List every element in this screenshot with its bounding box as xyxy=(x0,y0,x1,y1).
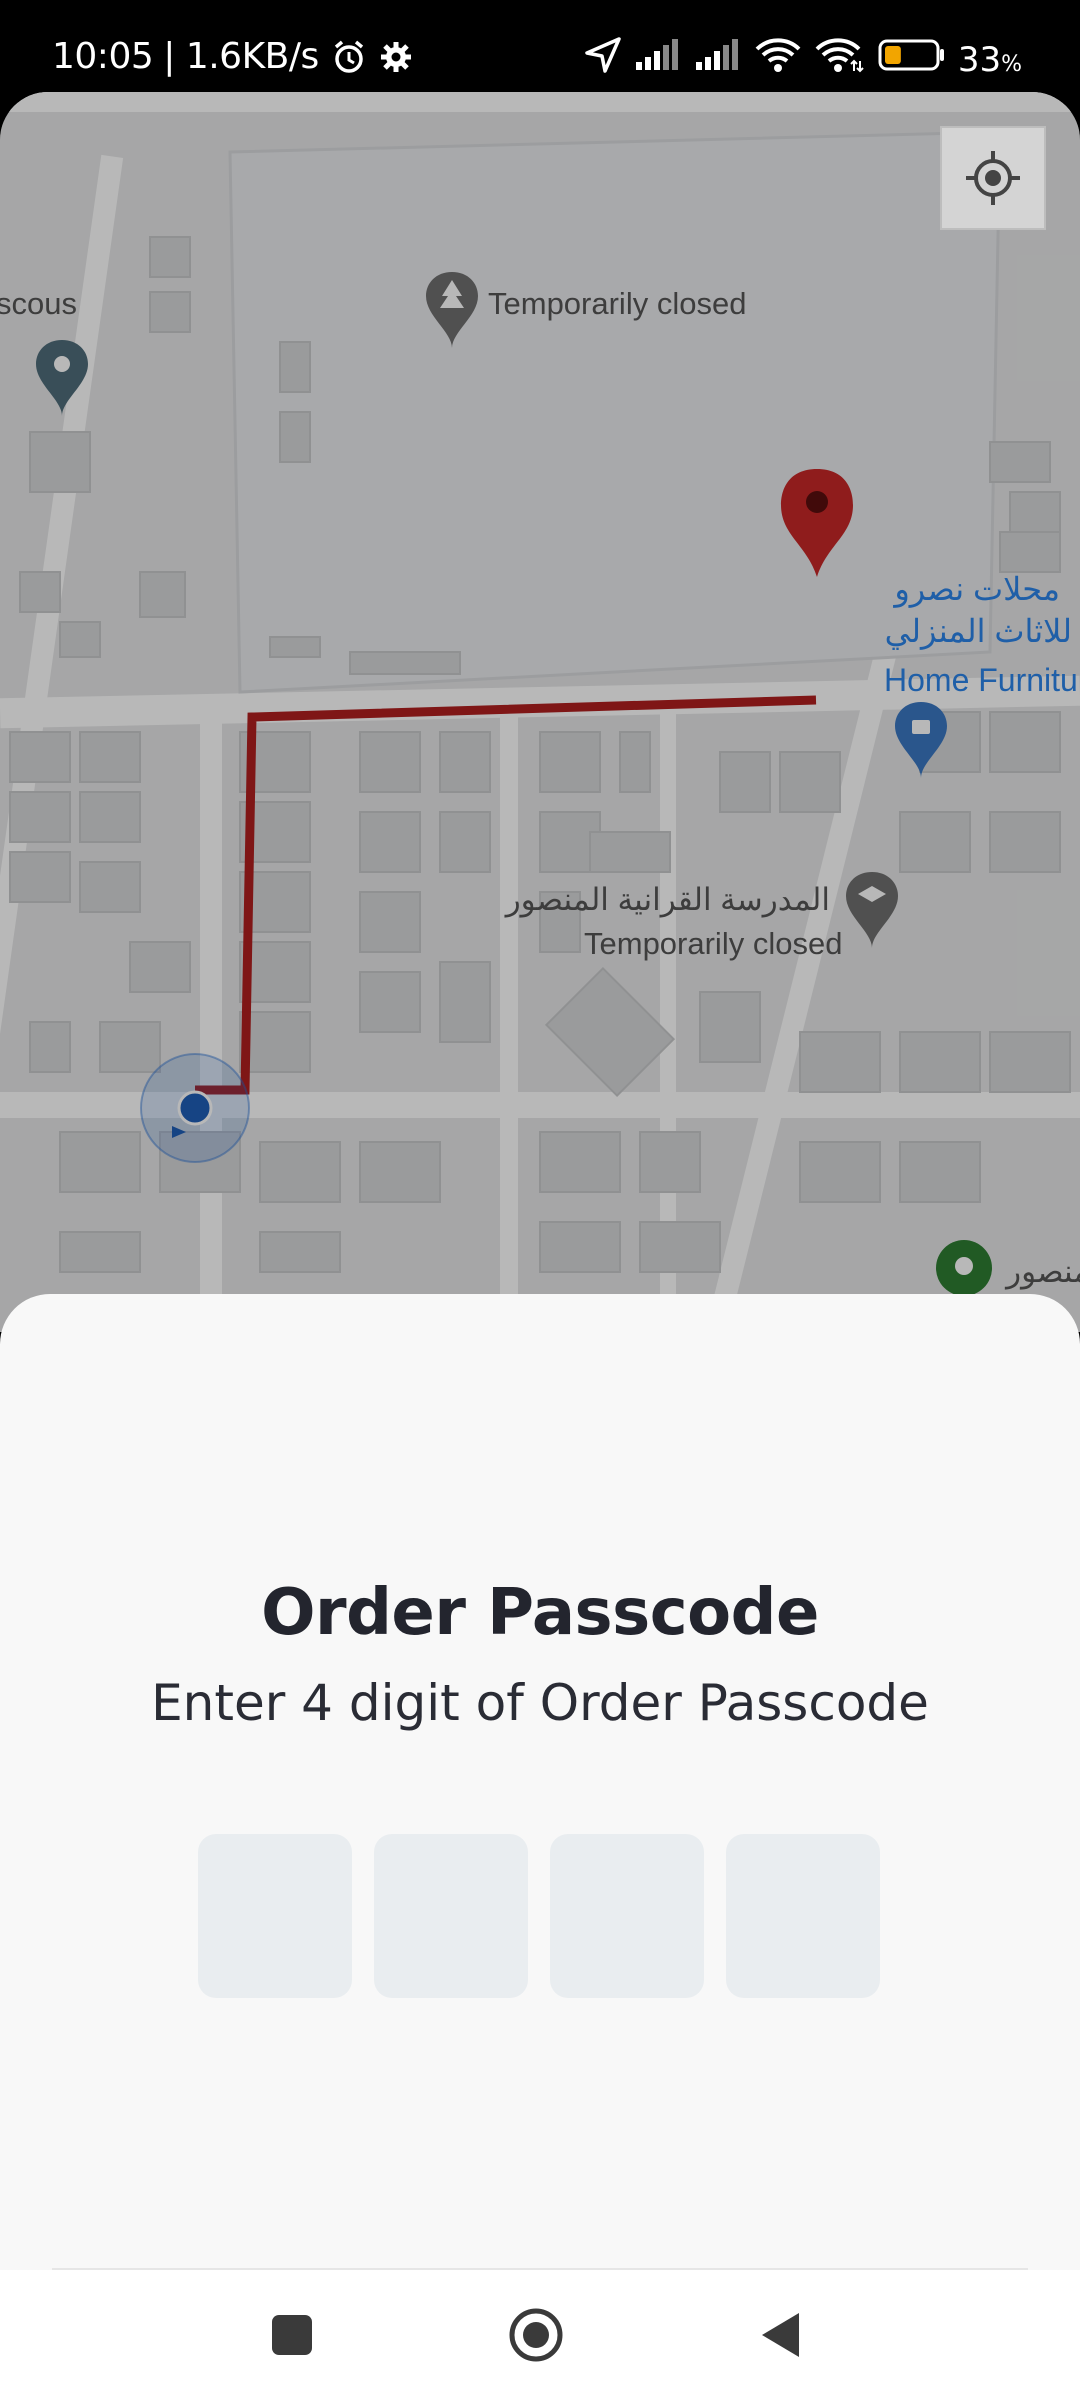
battery-percent: 33% xyxy=(958,40,1022,80)
signal-icon xyxy=(634,38,682,81)
green-pin-icon xyxy=(936,1240,992,1296)
map-park xyxy=(228,130,1002,694)
home-icon xyxy=(509,2308,563,2362)
system-nav-bar xyxy=(0,2270,1080,2400)
user-location-dot xyxy=(140,1053,250,1163)
status-network-speed: | 1.6KB/s xyxy=(163,36,319,77)
location-arrow-icon xyxy=(584,36,622,83)
park-status-label: Temporarily closed xyxy=(488,286,747,321)
recents-icon xyxy=(272,2315,312,2355)
school-pin-icon xyxy=(846,872,898,948)
store-name-ar-line1: محلات نصرو xyxy=(894,571,1060,607)
battery-icon xyxy=(878,38,946,81)
status-time: 10:05 xyxy=(52,36,154,77)
status-right: 33% xyxy=(584,36,1022,83)
passcode-digit-1[interactable] xyxy=(198,1834,352,1998)
bottom-edge-place-label: منصور xyxy=(1006,1254,1080,1289)
battery-percent-unit: % xyxy=(1001,51,1022,77)
back-icon xyxy=(762,2313,799,2357)
sheet-title: Order Passcode xyxy=(261,1576,819,1650)
passcode-digit-4[interactable] xyxy=(726,1834,880,1998)
store-name-en: Home Furniture xyxy=(884,662,1080,698)
crosshair-icon xyxy=(966,151,1020,205)
left-edge-place-label: scous xyxy=(0,286,77,321)
status-left: 10:05 | 1.6KB/s xyxy=(52,36,413,77)
signal-icon xyxy=(694,38,742,81)
school-status-label: Temporarily closed xyxy=(584,926,843,961)
passcode-digit-2[interactable] xyxy=(374,1834,528,1998)
status-bar: 10:05 | 1.6KB/s 33% xyxy=(0,0,1080,92)
gear-icon xyxy=(379,40,413,74)
map-canvas[interactable] xyxy=(0,92,1080,1332)
wifi-icon xyxy=(754,37,802,82)
passcode-sheet: Order Passcode Enter 4 digit of Order Pa… xyxy=(0,1294,1080,2270)
my-location-button[interactable] xyxy=(940,126,1046,230)
map-view[interactable]: Temporarily closed scous محلات نصرو للاث… xyxy=(0,92,1080,1332)
back-button[interactable] xyxy=(746,2300,816,2370)
sheet-subtitle: Enter 4 digit of Order Passcode xyxy=(151,1674,929,1732)
wifi-icon xyxy=(814,37,866,82)
store-name-ar-line2: للاثاث المنزلي xyxy=(884,613,1072,649)
recents-button[interactable] xyxy=(257,2300,327,2370)
school-name-ar: المدرسة القرانية المنصور xyxy=(505,882,830,917)
battery-percent-value: 33 xyxy=(957,39,1002,80)
home-button[interactable] xyxy=(501,2300,571,2370)
passcode-input-row xyxy=(198,1834,880,1998)
alarm-icon xyxy=(331,39,367,75)
passcode-digit-3[interactable] xyxy=(550,1834,704,1998)
